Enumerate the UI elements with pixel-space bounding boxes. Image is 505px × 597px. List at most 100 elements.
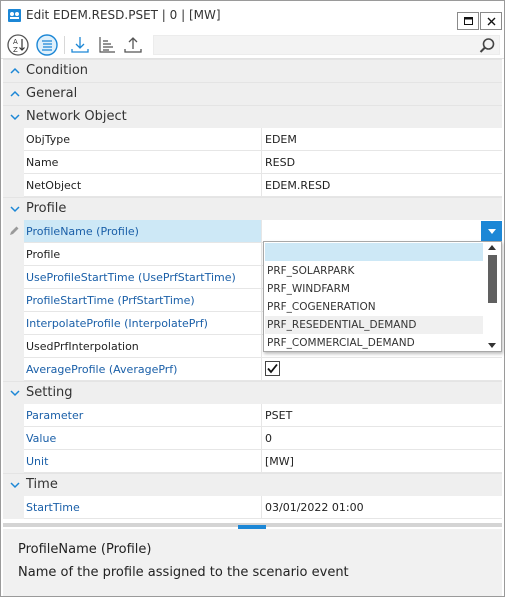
scroll-down-icon[interactable]: [488, 343, 496, 348]
upload-icon: [124, 37, 142, 53]
sort-alphabetical-button[interactable]: A Z: [6, 33, 30, 57]
property-name: UsedPrfInterpolation: [24, 335, 262, 358]
chevron-down-icon[interactable]: [9, 387, 21, 399]
sort-list-icon: [99, 37, 115, 53]
row-gutter: [3, 128, 24, 151]
category-network-object[interactable]: Network Object: [3, 105, 502, 128]
property-row-netobject[interactable]: NetObject EDEM.RESD: [3, 174, 502, 197]
property-value[interactable]: 03/01/2022 01:00: [262, 496, 502, 519]
category-label: Network Object: [26, 109, 127, 124]
dropdown-option[interactable]: PRF_COMMERCIAL_DEMAND: [265, 334, 483, 352]
category-condition[interactable]: Condition: [3, 59, 502, 82]
window-title: Edit EDEM.RESD.PSET | 0 | [MW]: [26, 8, 221, 22]
row-gutter: [3, 266, 24, 289]
chevron-down-icon[interactable]: [9, 203, 21, 215]
dropdown-option[interactable]: PRF_RESEDENTIAL_DEMAND: [265, 316, 483, 334]
property-name: NetObject: [24, 174, 262, 197]
category-label: Time: [26, 477, 58, 492]
property-name: ProfileStartTime (PrfStartTime): [24, 289, 262, 312]
property-value[interactable]: EDEM.RESD: [262, 174, 502, 197]
checkmark-icon: [267, 363, 278, 374]
dropdown-option[interactable]: PRF_WINDFARM: [265, 280, 483, 298]
property-name: Name: [24, 151, 262, 174]
chevron-up-icon[interactable]: [9, 65, 21, 77]
row-gutter: [3, 243, 24, 266]
row-gutter: [3, 404, 24, 427]
restore-icon: [463, 17, 473, 25]
property-row-objtype[interactable]: ObjType EDEM: [3, 128, 502, 151]
property-value[interactable]: [MW]: [262, 450, 502, 473]
property-value[interactable]: PSET: [262, 404, 502, 427]
scroll-up-icon[interactable]: [488, 245, 496, 250]
property-name: Profile: [24, 243, 262, 266]
property-name: Unit: [24, 450, 262, 473]
download-icon: [71, 37, 89, 53]
row-gutter: [3, 450, 24, 473]
search-icon[interactable]: [478, 37, 496, 55]
row-gutter: [3, 312, 24, 335]
profile-dropdown-list[interactable]: PRF_SOLARPARK PRF_WINDFARM PRF_COGENERAT…: [263, 241, 502, 352]
row-gutter: [3, 151, 24, 174]
row-gutter: [3, 174, 24, 197]
row-gutter: [3, 335, 24, 358]
title-bar: Edit EDEM.RESD.PSET | 0 | [MW]: [1, 1, 504, 31]
property-name: ProfileName (Profile): [24, 220, 262, 243]
property-row-averageprofile[interactable]: AverageProfile (AveragePrf): [3, 358, 502, 381]
dropdown-option[interactable]: [265, 243, 483, 261]
category-setting[interactable]: Setting: [3, 381, 502, 404]
pencil-icon: [10, 226, 19, 235]
scroll-thumb[interactable]: [488, 255, 497, 303]
toolbar-separator: [64, 36, 65, 54]
sort-alphabetical-icon: A Z: [7, 34, 29, 56]
row-gutter: [3, 427, 24, 450]
upload-button[interactable]: [121, 33, 145, 57]
categorized-button[interactable]: [35, 33, 59, 57]
search-input[interactable]: [153, 35, 500, 55]
property-row-value[interactable]: Value 0: [3, 427, 502, 450]
categorized-icon: [36, 34, 58, 56]
property-name: InterpolateProfile (InterpolatePrf): [24, 312, 262, 335]
description-panel: ProfileName (Profile) Name of the profil…: [3, 529, 502, 596]
category-label: General: [26, 86, 78, 101]
property-name: Value: [24, 427, 262, 450]
svg-text:A: A: [13, 38, 18, 46]
row-gutter: [3, 358, 24, 381]
dropdown-option[interactable]: PRF_COGENERATION: [265, 298, 483, 316]
property-value[interactable]: 0: [262, 427, 502, 450]
description-text: Name of the profile assigned to the scen…: [18, 565, 349, 580]
property-row-starttime[interactable]: StartTime 03/01/2022 01:00: [3, 496, 502, 519]
category-general[interactable]: General: [3, 82, 502, 105]
chevron-down-icon[interactable]: [9, 111, 21, 123]
property-name: ObjType: [24, 128, 262, 151]
property-name: AverageProfile (AveragePrf): [24, 358, 262, 381]
edit-window: Edit EDEM.RESD.PSET | 0 | [MW] A Z Condi…: [0, 0, 505, 597]
category-label: Setting: [26, 385, 73, 400]
close-button[interactable]: [480, 12, 502, 30]
profile-name-select[interactable]: [262, 220, 502, 243]
property-value-cell: [262, 358, 502, 381]
chevron-up-icon[interactable]: [9, 88, 21, 100]
category-time[interactable]: Time: [3, 473, 502, 496]
property-value[interactable]: RESD: [262, 151, 502, 174]
dropdown-option[interactable]: PRF_SOLARPARK: [265, 262, 483, 280]
property-row-name[interactable]: Name RESD: [3, 151, 502, 174]
chevron-down-icon: [487, 229, 496, 234]
app-icon: [8, 9, 21, 22]
chevron-down-icon[interactable]: [9, 479, 21, 491]
category-label: Condition: [26, 63, 89, 78]
average-profile-checkbox[interactable]: [265, 361, 280, 376]
row-gutter: [3, 289, 24, 312]
download-button[interactable]: [68, 33, 92, 57]
category-profile[interactable]: Profile: [3, 197, 502, 220]
dropdown-scrollbar[interactable]: [484, 243, 500, 350]
sort-list-button[interactable]: [95, 33, 119, 57]
row-gutter: [3, 220, 24, 243]
property-row-parameter[interactable]: Parameter PSET: [3, 404, 502, 427]
dropdown-button[interactable]: [481, 221, 502, 242]
property-name: Parameter: [24, 404, 262, 427]
property-row-unit[interactable]: Unit [MW]: [3, 450, 502, 473]
property-row-profilename[interactable]: ProfileName (Profile): [3, 220, 502, 243]
restore-button[interactable]: [457, 12, 479, 30]
row-gutter: [3, 496, 24, 519]
property-value[interactable]: EDEM: [262, 128, 502, 151]
